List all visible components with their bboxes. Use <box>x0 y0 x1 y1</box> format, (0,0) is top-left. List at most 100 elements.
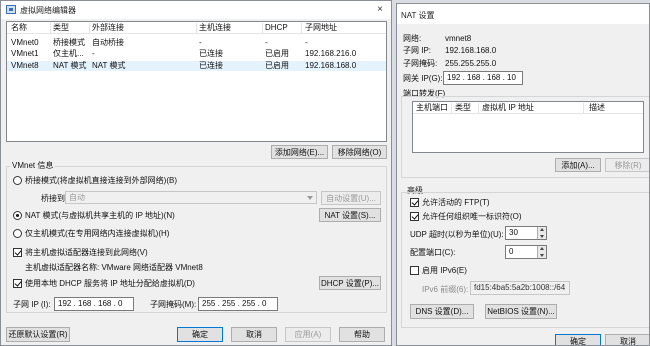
window-title: 虚拟网络编辑器 <box>20 6 76 15</box>
bridge-mode-radio[interactable] <box>13 176 22 185</box>
apply-button[interactable]: 应用(A) <box>285 327 331 342</box>
row-dhcp: - <box>265 38 268 47</box>
config-port-spinner[interactable] <box>537 246 546 258</box>
subnet-ip-label: 子网 IP (I): <box>13 300 51 309</box>
col-host[interactable]: 主机连接 <box>199 23 231 33</box>
row-dhcp: 已启用 <box>265 49 289 58</box>
nat-dialog-title: NAT 设置 <box>401 11 435 20</box>
row-host: - <box>199 38 202 47</box>
col-dhcp[interactable]: DHCP <box>265 23 288 33</box>
port-forwarding-list: 主机端口 类型 虚拟机 IP 地址 描述 <box>412 101 644 153</box>
spin-up-icon <box>540 247 544 250</box>
host-only-radio[interactable] <box>13 229 22 238</box>
row-external: - <box>92 49 95 58</box>
subnet-ip-input[interactable]: 192 . 168 . 168 . 0 <box>54 297 134 311</box>
allow-any-oui-checkbox[interactable] <box>410 212 419 221</box>
nat-network-value: vmnet8 <box>445 34 472 43</box>
network-list-header: 名称 类型 外部连接 主机连接 DHCP 子网地址 <box>7 22 386 34</box>
col-type[interactable]: 类型 <box>455 103 471 113</box>
config-port-label: 配置端口(C): <box>410 248 456 257</box>
allow-active-ftp-label[interactable]: 允许活动的 FTP(T) <box>422 198 490 208</box>
gateway-ip-input[interactable]: 192 . 168 . 168 . 10 <box>443 71 523 85</box>
help-button[interactable]: 帮助 <box>339 327 385 342</box>
nat-cancel-button[interactable]: 取消 <box>605 334 649 345</box>
port-forwarding-header: 主机端口 类型 虚拟机 IP 地址 描述 <box>413 102 643 114</box>
network-list: 名称 类型 外部连接 主机连接 DHCP 子网地址 VMnet0 桥接模式 自动… <box>6 21 387 142</box>
connect-host-adapter-label[interactable]: 将主机虚拟适配器连接到此网络(V) <box>25 248 148 258</box>
nat-settings-dialog: NAT 设置 网络: vmnet8 子网 IP: 192.168.168.0 子… <box>396 3 650 346</box>
spin-down-icon <box>540 254 544 257</box>
row-type: 桥接模式 <box>53 38 85 47</box>
col-type[interactable]: 类型 <box>53 23 69 33</box>
row-name: VMnet8 <box>11 61 39 70</box>
row-host: 已连接 <box>199 61 223 70</box>
udp-timeout-value: 30 <box>509 228 518 237</box>
ipv6-prefix-input[interactable]: fd15:4ba5:5a2b:1008::/64 <box>470 281 570 295</box>
row-subnet: - <box>305 38 308 47</box>
host-only-label[interactable]: 仅主机模式(在专用网络内连接虚拟机)(H) <box>25 229 169 239</box>
col-subnet[interactable]: 子网地址 <box>305 23 337 33</box>
network-row-vmnet0[interactable]: VMnet0 桥接模式 自动桥接 - - - <box>7 38 386 48</box>
close-icon[interactable]: × <box>371 2 389 18</box>
spin-up-icon <box>540 228 544 231</box>
row-external: 自动桥接 <box>92 38 124 47</box>
nat-subnet-mask-value: 255.255.255.0 <box>445 59 497 68</box>
spin-down-icon <box>540 235 544 238</box>
subnet-mask-input[interactable]: 255 . 255 . 255 . 0 <box>198 297 278 311</box>
remove-network-button[interactable]: 移除网络(O) <box>332 145 387 159</box>
use-dhcp-checkbox[interactable] <box>13 279 22 288</box>
config-port-input[interactable]: 0 <box>505 245 547 259</box>
nat-settings-button[interactable]: NAT 设置(S)... <box>319 208 381 222</box>
dhcp-settings-button[interactable]: DHCP 设置(P)... <box>319 276 381 290</box>
cancel-button[interactable]: 取消 <box>231 327 277 342</box>
add-port-button[interactable]: 添加(A)... <box>555 158 601 172</box>
row-type: 仅主机... <box>53 49 84 58</box>
col-name[interactable]: 名称 <box>11 23 27 33</box>
virtual-network-editor-window: 虚拟网络编辑器 × 名称 类型 外部连接 主机连接 DHCP 子网地址 VMne… <box>0 0 392 346</box>
nat-subnet-ip-label: 子网 IP: <box>403 46 432 55</box>
row-subnet: 192.168.168.0 <box>305 61 357 70</box>
add-network-button[interactable]: 添加网络(E)... <box>271 145 328 159</box>
nat-mode-radio[interactable] <box>13 211 22 220</box>
host-adapter-name: 主机虚拟适配器名称: VMware 网络适配器 VMnet8 <box>25 263 203 272</box>
row-name: VMnet0 <box>11 38 39 47</box>
nat-ok-button[interactable]: 确定 <box>555 334 601 345</box>
nat-title-bar: NAT 设置 <box>397 4 649 24</box>
enable-ipv6-checkbox[interactable] <box>410 266 419 275</box>
restore-defaults-button[interactable]: 还原默认设置(R) <box>6 327 70 342</box>
row-subnet: 192.168.216.0 <box>305 49 357 58</box>
network-row-vmnet8[interactable]: VMnet8 NAT 模式 NAT 模式 已连接 已启用 192.168.168… <box>7 61 386 71</box>
col-description[interactable]: 描述 <box>589 103 605 113</box>
bridge-mode-label[interactable]: 桥接模式(将虚拟机直接连接到外部网络)(B) <box>25 176 177 186</box>
auto-settings-button[interactable]: 自动设置(U)... <box>321 191 381 205</box>
row-type: NAT 模式 <box>53 61 87 70</box>
enable-ipv6-label[interactable]: 启用 IPv6(E) <box>422 266 467 276</box>
row-name: VMnet1 <box>11 49 39 58</box>
network-editor-icon <box>6 5 16 14</box>
col-external[interactable]: 外部连接 <box>92 23 124 33</box>
subnet-mask-label: 子网掩码(M): <box>150 300 197 309</box>
bridged-to-select[interactable]: 自动 <box>65 191 317 204</box>
gateway-ip-label: 网关 IP(G): <box>403 74 443 83</box>
ok-button[interactable]: 确定 <box>177 327 223 342</box>
network-row-vmnet1[interactable]: VMnet1 仅主机... - 已连接 已启用 192.168.216.0 <box>7 49 386 59</box>
nat-mode-label[interactable]: NAT 模式(与虚拟机共享主机的 IP 地址)(N) <box>25 211 175 221</box>
allow-active-ftp-checkbox[interactable] <box>410 198 419 207</box>
bridged-to-value: 自动 <box>69 193 85 202</box>
row-dhcp: 已启用 <box>265 61 289 70</box>
nat-subnet-mask-label: 子网掩码: <box>403 59 438 68</box>
netbios-settings-button[interactable]: NetBIOS 设置(N)... <box>485 304 557 319</box>
udp-timeout-input[interactable]: 30 <box>505 226 547 240</box>
udp-timeout-label: UDP 超时(以秒为单位)(U): <box>410 230 504 239</box>
vmnet-info-group <box>6 166 387 313</box>
connect-host-adapter-checkbox[interactable] <box>13 248 22 257</box>
col-host-port[interactable]: 主机端口 <box>416 103 448 113</box>
row-host: 已连接 <box>199 49 223 58</box>
remove-port-button[interactable]: 移除(R) <box>605 158 649 172</box>
allow-any-oui-label[interactable]: 允许任何组织唯一标识符(O) <box>422 212 522 222</box>
udp-timeout-spinner[interactable] <box>537 227 546 239</box>
config-port-value: 0 <box>509 247 514 256</box>
dns-settings-button[interactable]: DNS 设置(D)... <box>410 304 474 319</box>
col-vm-ip[interactable]: 虚拟机 IP 地址 <box>482 103 534 113</box>
use-dhcp-label[interactable]: 使用本地 DHCP 服务将 IP 地址分配给虚拟机(D) <box>25 279 195 289</box>
